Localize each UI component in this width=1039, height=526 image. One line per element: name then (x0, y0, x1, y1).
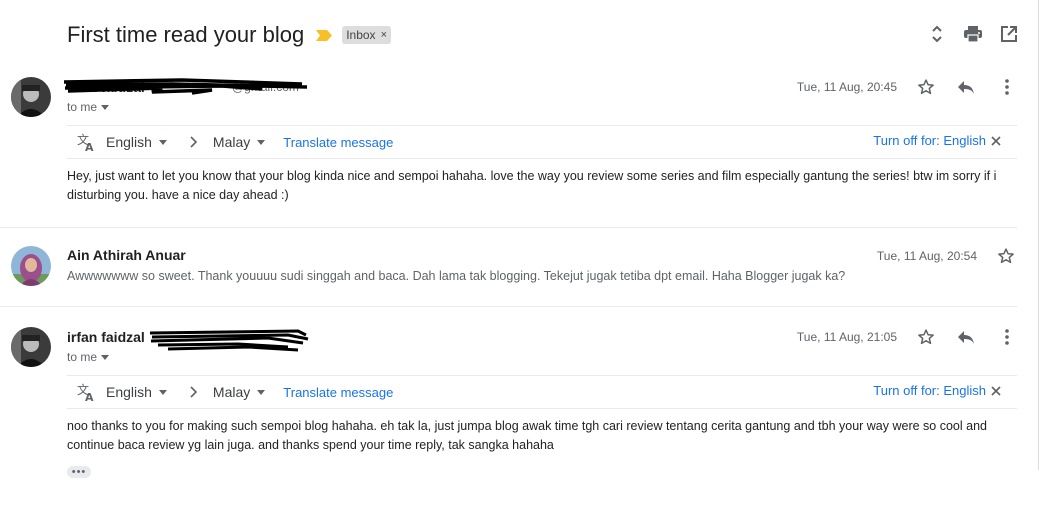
source-language-select[interactable]: English (106, 384, 167, 400)
sender-avatar[interactable] (11, 327, 51, 367)
turn-off-translation-link[interactable]: Turn off for: English (873, 133, 986, 148)
message-body: noo thanks to you for making such sempoi… (67, 419, 987, 452)
message-date: Tue, 11 Aug, 20:45 (796, 80, 897, 94)
svg-text:A: A (85, 141, 94, 152)
reply-icon[interactable] (956, 77, 976, 97)
message-body: Hey, just want to let you know that your… (67, 169, 997, 202)
translate-message-link[interactable]: Translate message (283, 385, 393, 400)
sender-avatar[interactable] (11, 246, 51, 286)
source-language-label: English (106, 384, 152, 400)
chevron-down-icon (101, 354, 110, 360)
chevron-down-icon (101, 104, 110, 110)
svg-text:A: A (85, 391, 94, 402)
recipient-text: to me (67, 100, 98, 114)
recipient-toggle[interactable]: to me (67, 100, 110, 114)
dropdown-arrow-icon (257, 139, 266, 145)
message-2[interactable]: Ain Athirah Anuar Tue, 11 Aug, 20:54 Aww… (0, 228, 1039, 306)
dropdown-arrow-icon (158, 139, 167, 145)
more-options-icon[interactable] (997, 77, 1017, 97)
star-icon[interactable] (916, 77, 936, 97)
message-date: Tue, 11 Aug, 21:05 (796, 330, 897, 344)
chevron-right-icon (190, 386, 198, 398)
star-icon[interactable] (916, 327, 936, 347)
show-trimmed-content-button[interactable]: ••• (67, 466, 91, 478)
close-icon[interactable] (990, 385, 1002, 397)
target-language-label: Malay (212, 134, 251, 150)
dropdown-arrow-icon (158, 389, 167, 395)
target-language-select[interactable]: Malay (212, 134, 266, 150)
message-snippet: Awwwwwww so sweet. Thank youuuu sudi sin… (67, 269, 846, 283)
reply-icon[interactable] (956, 327, 976, 347)
message-3[interactable]: irfan faidzal to me Tue, 11 Aug, 21:05 文… (0, 307, 1039, 487)
redaction-scribble (149, 329, 309, 352)
sender-name: irfan faidzal (67, 329, 145, 345)
target-language-select[interactable]: Malay (212, 384, 266, 400)
translate-bar: 文A English Malay Translate message Turn … (67, 375, 1017, 409)
chevron-right-icon (190, 136, 198, 148)
translate-bar: 文A English Malay Translate message Turn … (67, 125, 1017, 159)
message-1[interactable]: irfan faidzal @gmail.com to me Tue, 11 A… (0, 0, 1039, 230)
redaction-scribble (63, 78, 308, 95)
dropdown-arrow-icon (257, 389, 266, 395)
turn-off-translation-link[interactable]: Turn off for: English (873, 383, 986, 398)
translate-message-link[interactable]: Translate message (283, 135, 393, 150)
message-date: Tue, 11 Aug, 20:54 (876, 249, 977, 263)
sender-name: Ain Athirah Anuar (67, 247, 186, 263)
target-language-label: Malay (212, 384, 251, 400)
translate-icon: 文A (77, 382, 94, 402)
close-icon[interactable] (990, 135, 1002, 147)
recipient-toggle[interactable]: to me (67, 350, 110, 364)
star-icon[interactable] (996, 246, 1016, 266)
sender-avatar[interactable] (11, 77, 51, 117)
recipient-text: to me (67, 350, 98, 364)
translate-icon: 文A (77, 132, 94, 152)
source-language-select[interactable]: English (106, 134, 167, 150)
source-language-label: English (106, 134, 152, 150)
more-options-icon[interactable] (997, 327, 1017, 347)
